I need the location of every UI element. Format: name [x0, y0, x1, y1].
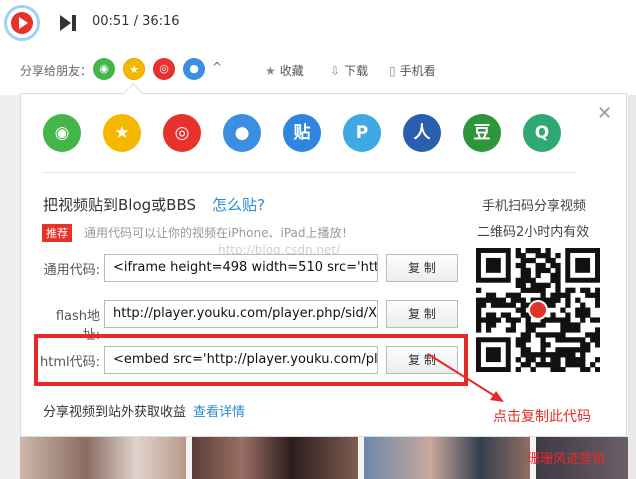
highlight-annotation-box	[34, 334, 468, 386]
star-icon: ★	[265, 64, 276, 78]
playback-time: 00:51 / 36:16	[92, 14, 180, 29]
weibo-icon[interactable]: ◎	[163, 114, 201, 152]
share-qq-small-icon[interactable]: ●	[183, 58, 205, 80]
douban-icon[interactable]: 豆	[463, 114, 501, 152]
qr-logo-icon	[528, 300, 548, 320]
qzone-icon[interactable]: ★	[103, 114, 141, 152]
download-icon: ⇩	[330, 64, 341, 78]
video-thumbnail[interactable]	[192, 437, 358, 479]
copy-instruction-annotation: 点击复制此代码	[493, 409, 591, 425]
copy-flash-url-button[interactable]: 复 制	[386, 300, 458, 328]
play-icon	[11, 12, 33, 34]
qr-subtitle: 二维码2小时内有效	[477, 225, 590, 240]
download-label: 下载	[344, 64, 369, 78]
qr-title: 手机扫码分享视频	[482, 199, 587, 214]
embed-section-title: 把视频贴到Blog或BBS	[43, 196, 196, 214]
general-code-field[interactable]: <iframe height=498 width=510 src='http:	[104, 254, 378, 282]
favorite-label: 收藏	[279, 64, 304, 78]
renren-icon[interactable]: 人	[403, 114, 441, 152]
quan-icon[interactable]: Q	[523, 114, 561, 152]
view-details-link[interactable]: 查看详情	[193, 401, 245, 420]
share-to-friends-label: 分享给朋友：	[20, 64, 93, 78]
panel-divider	[43, 172, 575, 173]
video-thumbnail[interactable]	[364, 437, 530, 479]
favorite-button[interactable]: ★ 收藏	[265, 62, 304, 79]
pengyou-icon[interactable]: P	[343, 114, 381, 152]
arrow-annotation-icon	[427, 353, 504, 402]
earn-revenue-text: 分享视频到站外获取收益	[43, 405, 187, 420]
share-qzone-small-icon[interactable]: ★	[123, 58, 145, 80]
close-icon[interactable]: ✕	[597, 103, 612, 124]
share-weibo-small-icon[interactable]: ◎	[153, 58, 175, 80]
next-button[interactable]	[60, 14, 80, 32]
qq-icon[interactable]: ●	[223, 114, 261, 152]
how-to-embed-link[interactable]: 怎么贴?	[212, 194, 265, 215]
recommend-tip: 通用代码可以让你的视频在iPhone、iPad上播放！	[84, 226, 354, 240]
play-pause-button[interactable]	[4, 5, 40, 41]
download-button[interactable]: ⇩ 下载	[330, 62, 368, 79]
recommend-badge: 推荐	[42, 224, 72, 242]
tieba-icon[interactable]: 贴	[283, 114, 321, 152]
watch-on-phone-button[interactable]: ▯ 手机看	[389, 62, 436, 79]
copy-general-code-button[interactable]: 复 制	[386, 254, 458, 282]
wechat-icon[interactable]: ◉	[43, 114, 81, 152]
general-code-label: 通用代码:	[43, 263, 100, 278]
chevron-up-icon[interactable]: ^	[212, 60, 222, 74]
corner-signature-text: 珊珊风迹营销	[527, 452, 606, 467]
flash-url-field[interactable]: http://player.youku.com/player.php/sid/X	[104, 300, 378, 328]
watch-on-phone-label: 手机看	[399, 64, 436, 78]
background-right-strip	[628, 95, 636, 479]
share-wechat-small-icon[interactable]: ◉	[93, 58, 115, 80]
phone-icon: ▯	[389, 64, 396, 78]
video-thumbnail[interactable]	[20, 437, 186, 479]
background-left-strip	[0, 95, 20, 479]
